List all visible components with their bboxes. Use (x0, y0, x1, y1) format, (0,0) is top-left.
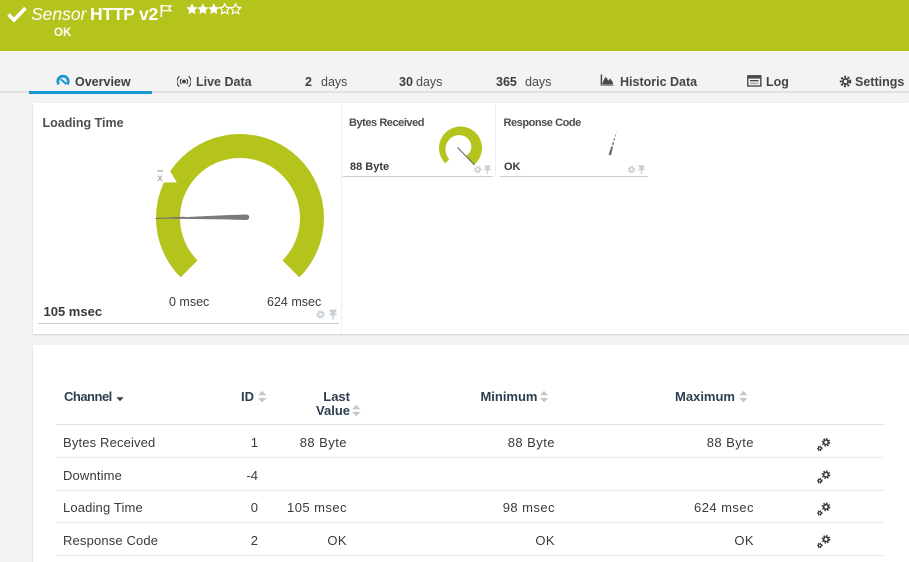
svg-text:x: x (157, 172, 163, 184)
